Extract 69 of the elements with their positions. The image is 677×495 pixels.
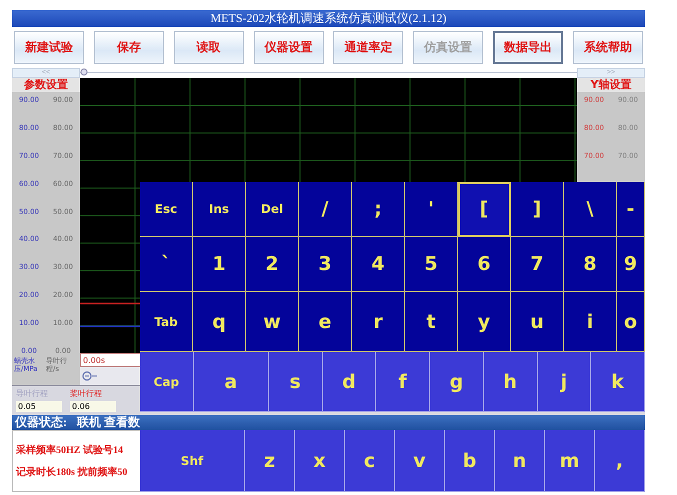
keyboard-key[interactable]: Ins	[193, 182, 246, 237]
keyboard-key[interactable]: u	[511, 292, 564, 352]
keyboard-key[interactable]: ,	[595, 430, 645, 492]
keyboard-key[interactable]: 8	[564, 237, 617, 292]
keyboard-key[interactable]: 2	[246, 237, 299, 292]
keyboard-key[interactable]: e	[299, 292, 352, 352]
toolbar-button[interactable]: 读取	[174, 30, 244, 64]
param-value: 0.05	[16, 401, 62, 412]
keyboard-key[interactable]: '	[405, 182, 458, 237]
keyboard-key[interactable]: q	[193, 292, 246, 352]
info-text: 采样频率50HZ 试验号14	[16, 443, 123, 457]
toolbar-button[interactable]: 新建试验	[14, 30, 84, 64]
keyboard-key[interactable]: Del	[246, 182, 299, 237]
keyboard-key[interactable]: x	[295, 430, 345, 492]
toolbar-button[interactable]: 仪器设置	[254, 30, 324, 64]
window-title: METS-202水轮机调速系统仿真测试仪(2.1.12)	[12, 10, 645, 27]
keyboard-key[interactable]: 5	[405, 237, 458, 292]
scroll-thumb-icon[interactable]	[80, 68, 88, 76]
keyboard-key[interactable]: c	[345, 430, 395, 492]
keyboard-key[interactable]: n	[495, 430, 545, 492]
keyboard-key[interactable]: \	[564, 182, 617, 237]
panel-title[interactable]: Y轴设置	[577, 78, 645, 92]
keyboard-key[interactable]: b	[445, 430, 495, 492]
toolbar-button[interactable]: 系统帮助	[572, 30, 643, 64]
toolbar-button[interactable]: 通道率定	[333, 30, 404, 64]
keyboard-key[interactable]: Cap	[140, 352, 194, 412]
status-value: 联机 查看数	[77, 414, 140, 431]
keyboard-key[interactable]: i	[564, 292, 617, 352]
keyboard-key[interactable]: r	[352, 292, 405, 352]
panel-title[interactable]: 参数设置	[12, 78, 80, 92]
keyboard-key[interactable]: k	[591, 352, 645, 412]
keyboard-key[interactable]: Esc	[140, 182, 193, 237]
keyboard-key[interactable]: Tab	[140, 292, 193, 352]
keyboard-key[interactable]: ]	[511, 182, 564, 237]
keyboard-key[interactable]: 3	[299, 237, 352, 292]
keyboard-key[interactable]: f	[376, 352, 430, 412]
toolbar-button[interactable]: 保存	[94, 30, 164, 64]
keyboard-key[interactable]: 1	[193, 237, 246, 292]
keyboard-key[interactable]: 4	[352, 237, 405, 292]
keyboard-key[interactable]: t	[405, 292, 458, 352]
keyboard-key[interactable]: 9	[617, 237, 645, 292]
keyboard-key[interactable]: /	[299, 182, 352, 237]
keyboard-key[interactable]: v	[395, 430, 445, 492]
keyboard-key[interactable]: g	[430, 352, 484, 412]
keyboard-key[interactable]: z	[245, 430, 295, 492]
keyboard-key[interactable]: `	[140, 237, 193, 292]
param-value: 0.06	[70, 401, 116, 412]
keyboard-key[interactable]: 7	[511, 237, 564, 292]
keyboard-key[interactable]: Shf	[140, 430, 245, 492]
keyboard-key[interactable]: ;	[352, 182, 405, 237]
keyboard-key[interactable]: j	[538, 352, 592, 412]
keyboard-key[interactable]: h	[484, 352, 538, 412]
keyboard-key[interactable]: 6	[458, 237, 511, 292]
keyboard-key[interactable]: d	[322, 352, 376, 412]
keyboard-key[interactable]: y	[458, 292, 511, 352]
param-label: 导叶行程	[16, 388, 49, 399]
status-label: 仪器状态:	[15, 414, 67, 431]
keyboard-key[interactable]: m	[545, 430, 595, 492]
keyboard-key[interactable]: a	[194, 352, 269, 412]
time-tick: 0.00s	[83, 356, 105, 365]
keyboard-key[interactable]: w	[246, 292, 299, 352]
keyboard-key[interactable]: s	[268, 352, 322, 412]
zoom-out-icon[interactable]	[82, 371, 98, 382]
keyboard-key[interactable]: o	[617, 292, 645, 352]
toolbar-button[interactable]: 数据导出	[493, 30, 564, 64]
param-label: 桨叶行程	[70, 388, 103, 399]
keyboard-key[interactable]: [	[458, 182, 511, 237]
info-text: 记录时长180s 扰前频率50	[16, 465, 128, 479]
keyboard-key[interactable]: -	[617, 182, 645, 237]
